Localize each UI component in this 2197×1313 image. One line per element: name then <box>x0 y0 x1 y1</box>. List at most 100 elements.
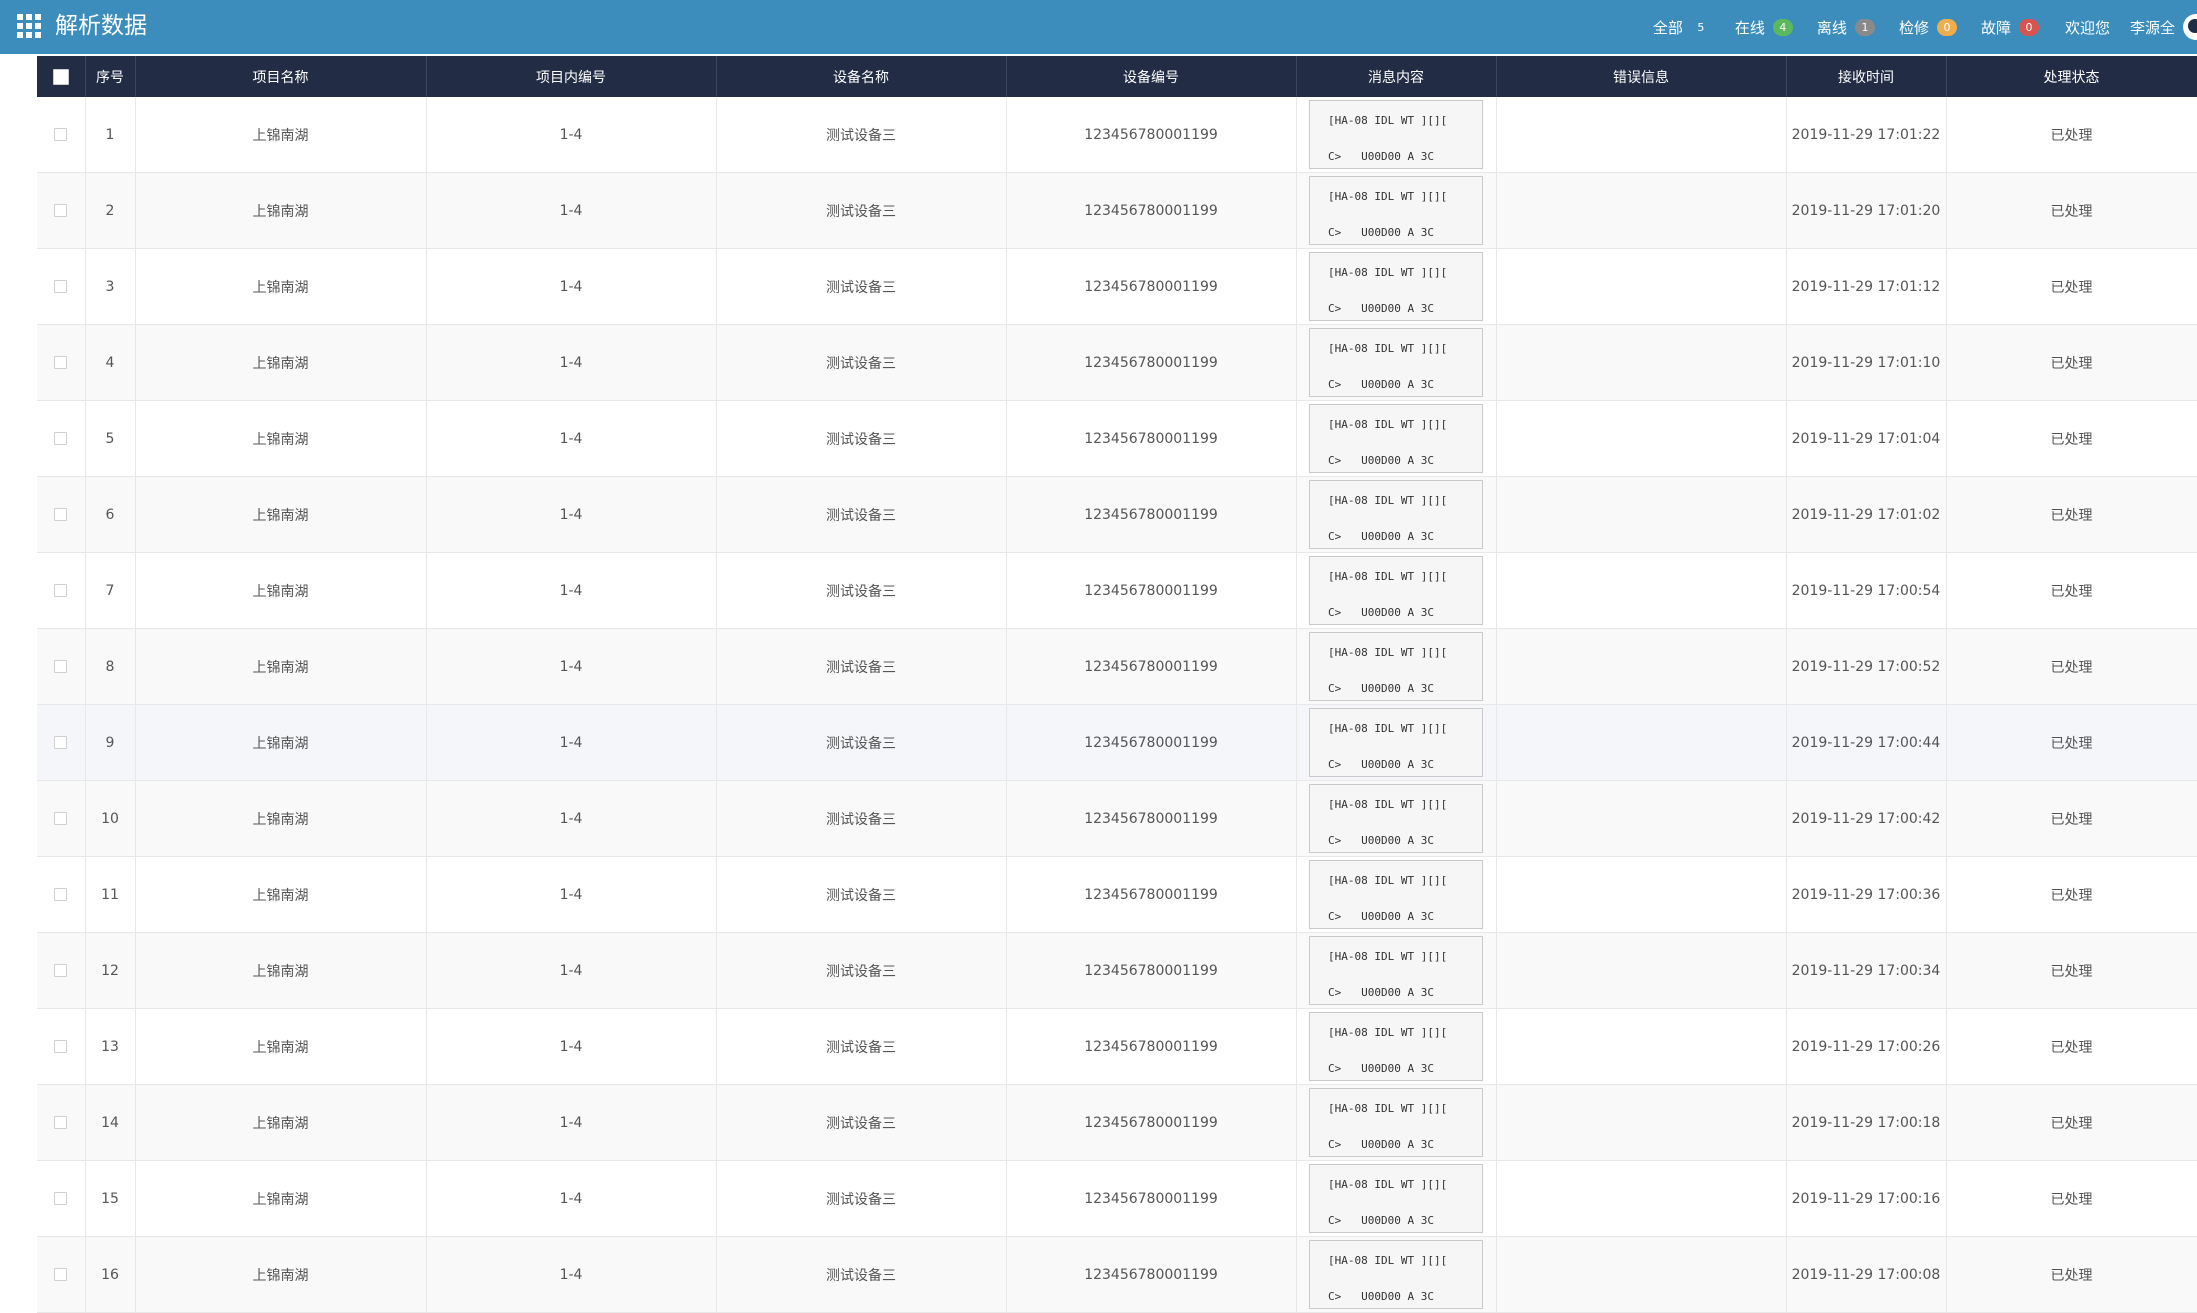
table-row[interactable]: 5 上锦南湖 1-4 测试设备三 123456780001199 [HA-08 IDL W… <box>37 400 2197 477</box>
status-maintenance[interactable]: 检修 0 <box>1899 17 1957 38</box>
cell-project-code: 1-4 <box>426 628 717 705</box>
message-content-box[interactable]: [HA-08 IDL WT ][][C> U00D00 A 3C <box>1309 100 1483 169</box>
row-checkbox[interactable] <box>54 736 68 749</box>
row-checkbox[interactable] <box>54 128 68 141</box>
cell-device-name: 测试设备三 <box>716 248 1007 325</box>
data-table: 序号 项目名称 项目内编号 设备名称 设备编号 消息内容 错误信息 接收时间 处… <box>37 56 2197 1313</box>
status-count-badge: 5 <box>1690 18 1711 36</box>
cell-device-number: 123456780001199 <box>1006 780 1297 857</box>
cell-project-name: 上锦南湖 <box>135 172 427 249</box>
cell-message: [HA-08 IDL WT ][][C> U00D00 A 3C <box>1296 704 1497 781</box>
row-checkbox[interactable] <box>54 1116 68 1129</box>
row-checkbox[interactable] <box>54 812 68 825</box>
table-row[interactable]: 15 上锦南湖 1-4 测试设备三 123456780001199 [HA-08 IDL … <box>37 1160 2197 1237</box>
table-row[interactable]: 3 上锦南湖 1-4 测试设备三 123456780001199 [HA-08 IDL W… <box>37 248 2197 325</box>
table-header-row: 序号 项目名称 项目内编号 设备名称 设备编号 消息内容 错误信息 接收时间 处… <box>37 56 2197 97</box>
row-select-cell <box>37 932 86 1009</box>
cell-project-code: 1-4 <box>426 324 717 401</box>
message-content-box[interactable]: [HA-08 IDL WT ][][C> U00D00 A 3C <box>1309 556 1483 625</box>
cell-project-code: 1-4 <box>426 400 717 477</box>
message-line: [HA-08 IDL WT ][][ <box>1328 1102 1448 1115</box>
row-checkbox[interactable] <box>54 280 68 293</box>
table-row[interactable]: 9 上锦南湖 1-4 测试设备三 123456780001199 [HA-08 IDL W… <box>37 704 2197 781</box>
message-line: [HA-08 IDL WT ][][ <box>1328 114 1448 127</box>
row-select-cell <box>37 324 86 401</box>
message-content-box[interactable]: [HA-08 IDL WT ][][C> U00D00 A 3C <box>1309 176 1483 245</box>
select-all-checkbox[interactable] <box>52 68 69 85</box>
cell-index: 2 <box>85 172 136 249</box>
cell-device-name: 测试设备三 <box>716 1160 1007 1237</box>
cell-error <box>1496 932 1787 1009</box>
message-content-box[interactable]: [HA-08 IDL WT ][][C> U00D00 A 3C <box>1309 632 1483 701</box>
avatar[interactable] <box>2183 14 2197 40</box>
message-content-box[interactable]: [HA-08 IDL WT ][][C> U00D00 A 3C <box>1309 708 1483 777</box>
cell-message: [HA-08 IDL WT ][][C> U00D00 A 3C <box>1296 1160 1497 1237</box>
status-online[interactable]: 在线 4 <box>1735 17 1793 38</box>
column-header[interactable]: 设备编号 <box>1006 56 1297 97</box>
row-checkbox[interactable] <box>54 1268 68 1281</box>
cell-message: [HA-08 IDL WT ][][C> U00D00 A 3C <box>1296 400 1497 477</box>
table-row[interactable]: 7 上锦南湖 1-4 测试设备三 123456780001199 [HA-08 IDL W… <box>37 552 2197 629</box>
message-content-box[interactable]: [HA-08 IDL WT ][][C> U00D00 A 3C <box>1309 328 1483 397</box>
cell-index: 8 <box>85 628 136 705</box>
cell-project-name: 上锦南湖 <box>135 324 427 401</box>
column-header[interactable]: 项目名称 <box>135 56 427 97</box>
table-row[interactable]: 10 上锦南湖 1-4 测试设备三 123456780001199 [HA-08 IDL … <box>37 780 2197 857</box>
message-content-box[interactable]: [HA-08 IDL WT ][][C> U00D00 A 3C <box>1309 1012 1483 1081</box>
message-content-box[interactable]: [HA-08 IDL WT ][][C> U00D00 A 3C <box>1309 784 1483 853</box>
column-header[interactable]: 消息内容 <box>1296 56 1497 97</box>
message-content-box[interactable]: [HA-08 IDL WT ][][C> U00D00 A 3C <box>1309 404 1483 473</box>
table-row[interactable]: 13 上锦南湖 1-4 测试设备三 123456780001199 [HA-08 IDL … <box>37 1008 2197 1085</box>
cell-received-time: 2019-11-29 17:00:44 <box>1786 704 1947 781</box>
table-row[interactable]: 4 上锦南湖 1-4 测试设备三 123456780001199 [HA-08 IDL W… <box>37 324 2197 401</box>
welcome-text: 欢迎您 <box>2064 18 2110 37</box>
apps-grid-icon[interactable] <box>17 14 41 38</box>
message-content-box[interactable]: [HA-08 IDL WT ][][C> U00D00 A 3C <box>1309 936 1483 1005</box>
cell-index: 10 <box>85 780 136 857</box>
cell-status: 已处理 <box>1946 552 2197 629</box>
cell-device-number: 123456780001199 <box>1006 248 1297 325</box>
status-fault[interactable]: 故障 0 <box>1981 17 2039 38</box>
column-header[interactable]: 错误信息 <box>1496 56 1787 97</box>
cell-project-name: 上锦南湖 <box>135 400 427 477</box>
row-checkbox[interactable] <box>54 508 68 521</box>
table-row[interactable]: 2 上锦南湖 1-4 测试设备三 123456780001199 [HA-08 IDL W… <box>37 172 2197 249</box>
cell-device-name: 测试设备三 <box>716 172 1007 249</box>
status-offline[interactable]: 离线 1 <box>1817 17 1875 38</box>
row-checkbox[interactable] <box>54 356 68 369</box>
table-row[interactable]: 1 上锦南湖 1-4 测试设备三 123456780001199 [HA-08 IDL W… <box>37 97 2197 173</box>
message-content-box[interactable]: [HA-08 IDL WT ][][C> U00D00 A 3C <box>1309 252 1483 321</box>
cell-project-code: 1-4 <box>426 704 717 781</box>
column-header[interactable]: 项目内编号 <box>426 56 717 97</box>
table-row[interactable]: 12 上锦南湖 1-4 测试设备三 123456780001199 [HA-08 IDL … <box>37 932 2197 1009</box>
message-content-box[interactable]: [HA-08 IDL WT ][][C> U00D00 A 3C <box>1309 1240 1483 1309</box>
row-checkbox[interactable] <box>54 888 68 901</box>
column-header[interactable]: 处理状态 <box>1946 56 2197 97</box>
user-name[interactable]: 李源全 <box>2130 17 2175 38</box>
table-row[interactable]: 11 上锦南湖 1-4 测试设备三 123456780001199 [HA-08 IDL … <box>37 856 2197 933</box>
column-header[interactable]: 序号 <box>85 56 136 97</box>
row-checkbox[interactable] <box>54 964 68 977</box>
row-checkbox[interactable] <box>54 584 68 597</box>
message-content-box[interactable]: [HA-08 IDL WT ][][C> U00D00 A 3C <box>1309 1164 1483 1233</box>
cell-received-time: 2019-11-29 17:00:08 <box>1786 1236 1947 1313</box>
row-checkbox[interactable] <box>54 660 68 673</box>
table-row[interactable]: 14 上锦南湖 1-4 测试设备三 123456780001199 [HA-08 IDL … <box>37 1084 2197 1161</box>
table-row[interactable]: 16 上锦南湖 1-4 测试设备三 123456780001199 [HA-08 IDL … <box>37 1236 2197 1313</box>
column-header[interactable]: 设备名称 <box>716 56 1007 97</box>
cell-message: [HA-08 IDL WT ][][C> U00D00 A 3C <box>1296 172 1497 249</box>
message-content-box[interactable]: [HA-08 IDL WT ][][C> U00D00 A 3C <box>1309 480 1483 549</box>
table-row[interactable]: 6 上锦南湖 1-4 测试设备三 123456780001199 [HA-08 IDL W… <box>37 476 2197 553</box>
status-all[interactable]: 全部 5 <box>1653 17 1711 38</box>
message-line: [HA-08 IDL WT ][][ <box>1328 570 1448 583</box>
cell-status: 已处理 <box>1946 324 2197 401</box>
table-row[interactable]: 8 上锦南湖 1-4 测试设备三 123456780001199 [HA-08 IDL W… <box>37 628 2197 705</box>
row-checkbox[interactable] <box>54 1192 68 1205</box>
row-checkbox[interactable] <box>54 1040 68 1053</box>
message-content-box[interactable]: [HA-08 IDL WT ][][C> U00D00 A 3C <box>1309 1088 1483 1157</box>
column-header[interactable]: 接收时间 <box>1786 56 1947 97</box>
row-checkbox[interactable] <box>54 432 68 445</box>
message-content-box[interactable]: [HA-08 IDL WT ][][C> U00D00 A 3C <box>1309 860 1483 929</box>
row-checkbox[interactable] <box>54 204 68 217</box>
cell-project-code: 1-4 <box>426 856 717 933</box>
